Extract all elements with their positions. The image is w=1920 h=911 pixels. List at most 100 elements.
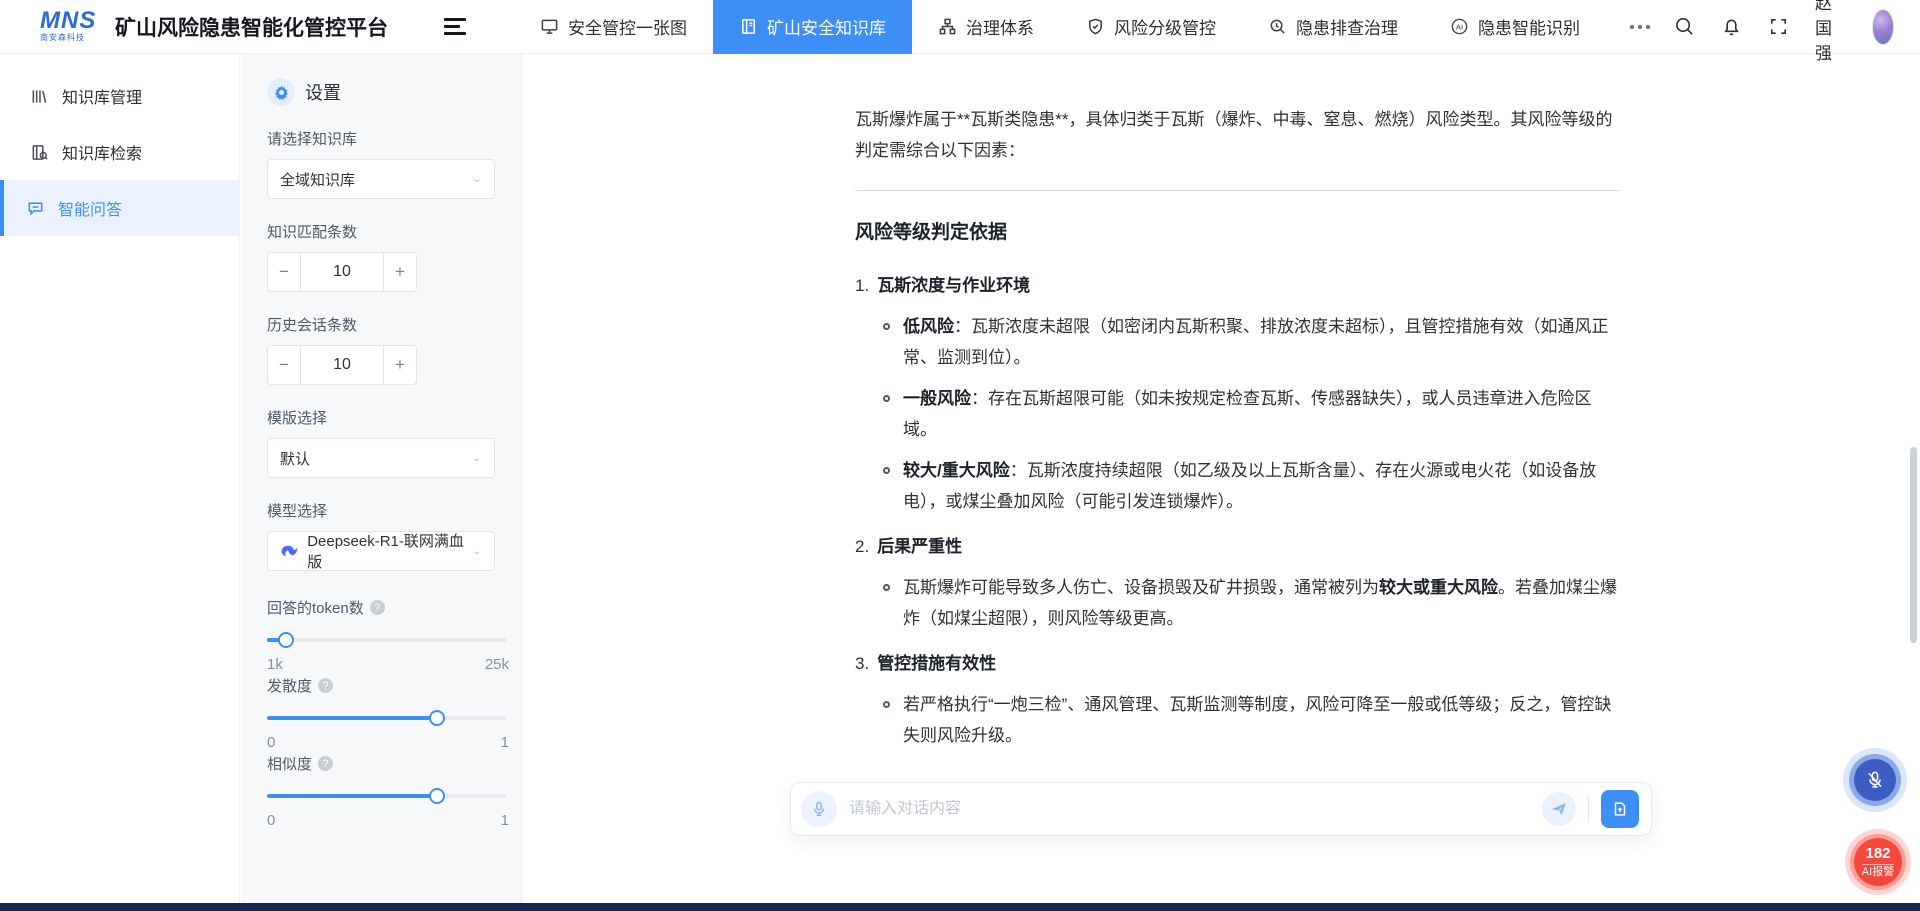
match-plus-button[interactable]: +: [383, 252, 417, 292]
inspect-search-icon: [1268, 17, 1287, 36]
tab-hazard-inspection[interactable]: 隐患排查治理: [1242, 0, 1424, 54]
sidebar: 知识库管理 知识库检索 智能问答: [0, 54, 240, 903]
circle-bullet: [883, 467, 890, 474]
template-select-label: 模版选择: [267, 407, 495, 428]
chevron-down-icon: ⌄: [472, 173, 482, 184]
logo: MNS 南安森科技: [40, 10, 101, 43]
help-icon[interactable]: ?: [318, 678, 333, 693]
match-count-stepper: − 10 +: [267, 252, 417, 292]
model-select[interactable]: Deepseek-R1-联网满血版 ⌄: [267, 531, 495, 571]
user-name[interactable]: 赵国强: [1815, 0, 1846, 64]
list-item: 2. 后果严重性: [855, 531, 1621, 562]
alarm-count-badge: 182: [1865, 846, 1890, 863]
search-icon[interactable]: [1674, 16, 1695, 37]
help-icon[interactable]: ?: [318, 756, 333, 771]
tab-governance-system[interactable]: 治理体系: [912, 0, 1060, 54]
divergence-slider[interactable]: [267, 710, 506, 726]
match-count-value[interactable]: 10: [301, 252, 383, 292]
divider: [1588, 796, 1589, 822]
avatar[interactable]: [1872, 9, 1894, 45]
sidebar-item-kb-search[interactable]: 知识库检索: [0, 124, 239, 180]
mic-icon[interactable]: [801, 791, 837, 827]
history-minus-button[interactable]: −: [267, 345, 301, 385]
similarity-slider[interactable]: [267, 788, 506, 804]
divergence-slider-thumb[interactable]: [429, 710, 445, 726]
kb-select-label: 请选择知识库: [267, 128, 495, 149]
chat-message-input[interactable]: [849, 800, 1542, 818]
similarity-slider-label: 相似度 ?: [267, 753, 495, 774]
token-slider-label: 回答的token数 ?: [267, 597, 495, 618]
kb-select[interactable]: 全域知识库 ⌄: [267, 159, 495, 199]
divergence-slider-label: 发散度 ?: [267, 675, 495, 696]
shield-check-icon: [1086, 17, 1105, 36]
circle-bullet: [883, 395, 890, 402]
ai-alarm-button[interactable]: 182 AI报警: [1845, 829, 1911, 895]
ai-answer-markdown: 瓦斯爆炸属于**瓦斯类隐患**，具体归类于瓦斯（爆炸、中毒、窒息、燃烧）风险类型…: [855, 54, 1621, 760]
list-subitem: 一般风险：存在瓦斯超限可能（如未按规定检查瓦斯、传感器缺失），或人员违章进入危险…: [883, 383, 1621, 445]
menu-collapse-icon[interactable]: [444, 18, 466, 35]
header-actions: 赵国强: [1674, 0, 1920, 64]
sidebar-item-smart-qa[interactable]: 智能问答: [0, 180, 239, 236]
token-slider[interactable]: [267, 632, 506, 648]
fullscreen-icon[interactable]: [1768, 16, 1789, 37]
answer-scroll-region[interactable]: 瓦斯爆炸属于**瓦斯类隐患**，具体归类于瓦斯（爆炸、中毒、窒息、燃烧）风险类型…: [523, 54, 1920, 760]
deepseek-whale-icon: [280, 544, 299, 558]
section-heading: 风险等级判定依据: [855, 217, 1621, 248]
library-icon: [30, 87, 49, 106]
tab-mine-knowledge-base[interactable]: 矿山安全知识库: [713, 0, 912, 54]
answer-paragraph: 瓦斯爆炸属于**瓦斯类隐患**，具体归类于瓦斯（爆炸、中毒、窒息、燃烧）风险类型…: [855, 104, 1621, 166]
divergence-slider-range: 0 1: [267, 734, 509, 751]
tab-risk-grading[interactable]: 风险分级管控: [1060, 0, 1242, 54]
history-count-value[interactable]: 10: [301, 345, 383, 385]
divider: [855, 190, 1621, 191]
logo-text: MNS: [40, 10, 96, 32]
svg-text:AI: AI: [1456, 22, 1463, 31]
settings-title: 设置: [305, 79, 341, 105]
settings-panel: 设置 请选择知识库 全域知识库 ⌄ 知识匹配条数 − 10 + 历史会话条数 −…: [241, 54, 522, 903]
similarity-slider-range: 0 1: [267, 812, 509, 829]
history-count-label: 历史会话条数: [267, 314, 495, 335]
list-item: 1. 瓦斯浓度与作业环境: [855, 270, 1621, 301]
match-count-label: 知识匹配条数: [267, 221, 495, 242]
model-select-label: 模型选择: [267, 500, 495, 521]
alarm-label: AI报警: [1862, 864, 1894, 878]
token-slider-thumb[interactable]: [278, 632, 294, 648]
vertical-scrollbar[interactable]: [1910, 447, 1917, 643]
mic-muted-icon: [1864, 769, 1886, 791]
book-search-icon: [30, 143, 49, 162]
notification-bell-icon[interactable]: [1721, 16, 1742, 37]
history-plus-button[interactable]: +: [383, 345, 417, 385]
settings-header: 设置: [267, 78, 495, 106]
page-title: 矿山风险隐患智能化管控平台: [115, 12, 388, 42]
list-item: 3. 管控措施有效性: [855, 648, 1621, 679]
ai-circle-icon: AI: [1450, 17, 1469, 36]
help-icon[interactable]: ?: [370, 600, 385, 615]
list-subitem: 瓦斯爆炸可能导致多人伤亡、设备损毁及矿井损毁，通常被列为较大或重大风险。若叠加煤…: [883, 572, 1621, 634]
chevron-down-icon: ⌄: [472, 452, 482, 463]
template-select[interactable]: 默认 ⌄: [267, 438, 495, 478]
voice-assistant-button[interactable]: [1843, 748, 1907, 812]
send-icon[interactable]: [1542, 792, 1576, 826]
sidebar-item-kb-management[interactable]: 知识库管理: [0, 68, 239, 124]
qa-chat-icon: [26, 199, 45, 218]
circle-bullet: [883, 323, 890, 330]
circle-bullet: [883, 701, 890, 708]
top-bar: MNS 南安森科技 矿山风险隐患智能化管控平台 安全管控一张图 矿山安全知识库 …: [0, 0, 1920, 54]
tab-safety-map[interactable]: 安全管控一张图: [514, 0, 713, 54]
circle-bullet: [883, 584, 890, 591]
chat-input-bar: [790, 782, 1652, 836]
upload-file-button[interactable]: [1601, 790, 1639, 828]
list-subitem: 低风险：瓦斯浓度未超限（如密闭内瓦斯积聚、排放浓度未超标），且管控措施有效（如通…: [883, 311, 1621, 373]
match-minus-button[interactable]: −: [267, 252, 301, 292]
top-nav: 安全管控一张图 矿山安全知识库 治理体系 风险分级管控 隐患排查治理 AI 隐患…: [514, 0, 1674, 54]
chat-area: 瓦斯爆炸属于**瓦斯类隐患**，具体归类于瓦斯（爆炸、中毒、窒息、燃烧）风险类型…: [523, 54, 1920, 903]
list-subitem: 较大/重大风险：瓦斯浓度持续超限（如乙级及以上瓦斯含量）、存在火源或电火花（如设…: [883, 455, 1621, 517]
footer-bar: [0, 903, 1920, 911]
more-tabs-icon[interactable]: [1606, 0, 1674, 54]
tab-hazard-ai-recognition[interactable]: AI 隐患智能识别: [1424, 0, 1606, 54]
history-count-stepper: − 10 +: [267, 345, 417, 385]
dashboard-icon: [540, 17, 559, 36]
token-slider-range: 1k 25k: [267, 656, 509, 673]
list-subitem: 若严格执行“一炮三检”、通风管理、瓦斯监测等制度，风险可降至一般或低等级；反之，…: [883, 689, 1621, 751]
similarity-slider-thumb[interactable]: [429, 788, 445, 804]
